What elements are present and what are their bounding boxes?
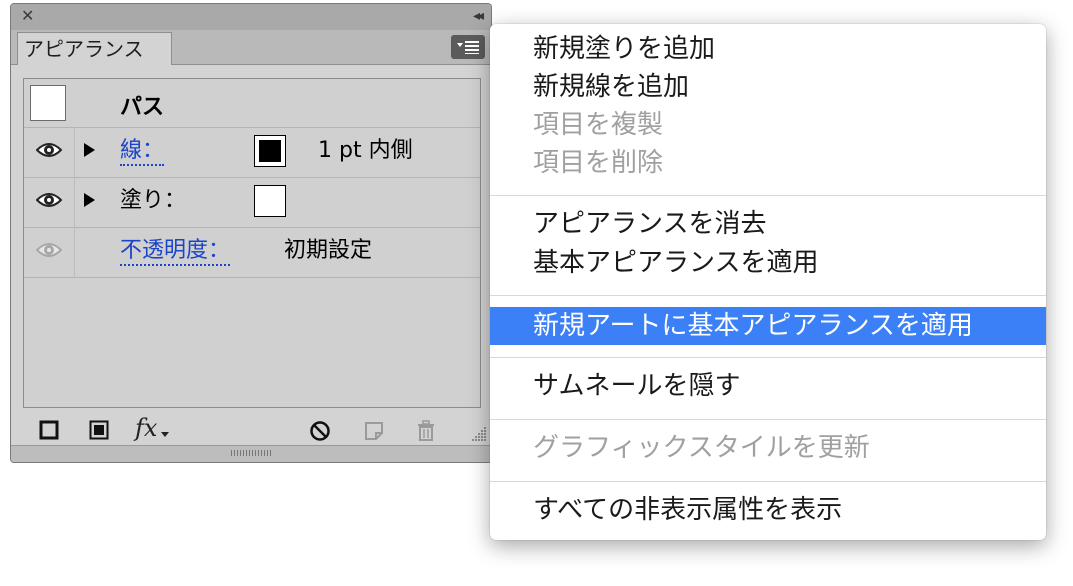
menu-item-remove-item: 項目を削除: [533, 148, 664, 178]
menu-item-new-art-has-basic-appearance[interactable]: 新規アートに基本アピアランスを適用: [490, 307, 1046, 345]
menu-item-redefine-graphic-style: グラフィックスタイルを更新: [533, 433, 870, 463]
visibility-eye-icon-disabled: [36, 243, 62, 257]
panel-menu-button[interactable]: [451, 35, 485, 59]
panel-titlebar: ✕ ◂◂: [11, 4, 491, 31]
fill-swatch[interactable]: [254, 185, 286, 217]
menu-item-duplicate-item: 項目を複製: [533, 110, 664, 140]
panel-tab-row: アピアランス: [11, 30, 491, 65]
visibility-eye-icon[interactable]: [36, 141, 62, 159]
object-row[interactable]: パス: [24, 79, 480, 128]
resize-grip-icon[interactable]: [471, 426, 487, 442]
fill-row[interactable]: 塗り：: [24, 177, 480, 228]
menu-item-clear-appearance[interactable]: アピアランスを消去: [490, 205, 1046, 243]
stroke-swatch-color: [259, 140, 281, 162]
panel-flyout-menu: 新規塗りを追加 新規線を追加 項目を複製 項目を削除 アピアランスを消去 基本ア…: [490, 24, 1046, 540]
panel-footer: fx: [11, 412, 491, 446]
opacity-label-link[interactable]: 不透明度：: [120, 238, 231, 266]
menu-separator: [490, 295, 1046, 296]
column-divider: [74, 127, 75, 177]
panel-bottom-bar[interactable]: [11, 445, 491, 462]
stroke-weight-value: 1 pt 内側: [318, 138, 413, 163]
stroke-row[interactable]: 線： 1 pt 内側: [24, 127, 480, 178]
add-fill-icon[interactable]: [89, 420, 109, 440]
expand-triangle-icon[interactable]: [84, 193, 95, 207]
fx-dropdown-caret-icon: [161, 432, 169, 437]
clear-icon[interactable]: [309, 420, 331, 442]
fill-label: 塗り：: [120, 188, 187, 213]
menu-separator: [490, 357, 1046, 358]
fx-icon[interactable]: fx: [135, 414, 157, 442]
delete-icon: [418, 420, 434, 441]
tab-appearance[interactable]: アピアランス: [17, 32, 172, 65]
opacity-row[interactable]: 不透明度： 初期設定: [24, 227, 480, 278]
menu-separator: [490, 195, 1046, 196]
opacity-value: 初期設定: [284, 238, 373, 263]
add-stroke-icon[interactable]: [39, 420, 59, 440]
panel-menu-icon: [457, 41, 479, 54]
menu-item-hide-thumbnail[interactable]: サムネールを隠す: [490, 367, 1046, 405]
menu-item-reduce-to-basic-appearance[interactable]: 基本アピアランスを適用: [490, 244, 1046, 282]
expand-triangle-icon[interactable]: [84, 143, 95, 157]
stroke-swatch[interactable]: [254, 135, 286, 167]
close-icon[interactable]: ✕: [21, 7, 34, 25]
collapse-icon[interactable]: ◂◂: [473, 7, 484, 25]
menu-item-add-new-fill[interactable]: 新規塗りを追加: [490, 30, 1046, 68]
menu-item-show-all-hidden-attributes[interactable]: すべての非表示属性を表示: [490, 491, 1046, 529]
panel-drag-handle[interactable]: [231, 450, 271, 456]
column-divider: [74, 177, 75, 227]
menu-item-add-new-stroke[interactable]: 新規線を追加: [490, 68, 1046, 106]
object-type-label: パス: [120, 95, 165, 120]
stroke-label-link[interactable]: 線：: [120, 138, 165, 166]
appearance-list: パス 線： 1 pt 内側 塗り： 不透明度： 初期設定: [23, 78, 481, 408]
duplicate-icon: [365, 422, 383, 440]
appearance-panel: ✕ ◂◂ アピアランス パス 線： 1 pt 内側 塗り： 不透明度： 初期設定…: [10, 3, 492, 463]
menu-separator: [490, 481, 1046, 482]
menu-separator: [490, 419, 1046, 420]
column-divider: [74, 227, 75, 277]
object-thumbnail: [30, 85, 66, 121]
visibility-eye-icon[interactable]: [36, 191, 62, 209]
